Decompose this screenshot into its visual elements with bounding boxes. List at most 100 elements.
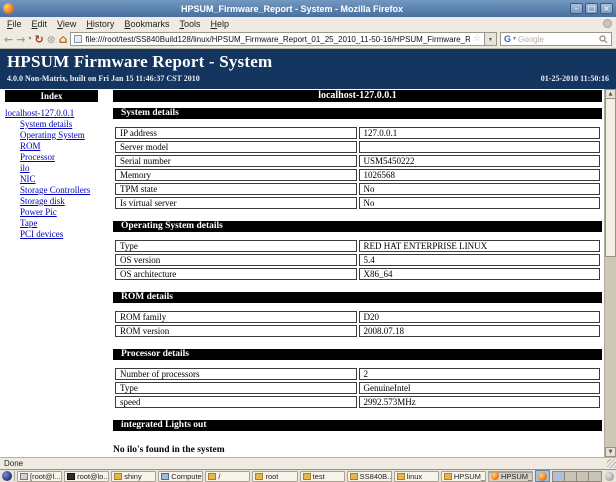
scroll-down-icon[interactable]: ▼	[605, 447, 616, 457]
section-header-rom-details: ROM details	[113, 292, 602, 303]
taskbar-window-root-l[interactable]: [root@l...	[17, 471, 62, 482]
taskbar-window-root-lo[interactable]: root@lo...	[64, 471, 109, 482]
row-label: OS version	[115, 254, 357, 266]
row-value: 5.4	[359, 254, 601, 266]
taskbar-window-label: test	[313, 472, 325, 481]
taskbar-window-label: Computer	[171, 472, 203, 481]
google-engine-icon[interactable]: G	[504, 34, 511, 44]
sidebar-item-localhost[interactable]: localhost-127.0.0.1	[5, 108, 104, 119]
url-text[interactable]: file:///root/test/SS840Build128/linux/HP…	[85, 35, 469, 44]
row-value: X86_64	[359, 268, 601, 280]
taskbar-window-ss840b[interactable]: SS840B...	[347, 471, 392, 482]
workspace-2[interactable]	[565, 472, 577, 481]
taskbar-window-label: [root@l...	[30, 472, 61, 481]
row-label: ROM version	[115, 325, 357, 337]
close-button[interactable]: ×	[600, 3, 613, 14]
stop-button[interactable]: ⊗	[47, 34, 56, 45]
taskbar-window-linux[interactable]: linux	[394, 471, 439, 482]
reload-button[interactable]: ↻	[34, 34, 43, 45]
status-bar: Done	[0, 457, 616, 469]
sidebar-item-system-details[interactable]: System details	[20, 119, 104, 130]
scrollbar-thumb[interactable]	[605, 99, 616, 257]
scroll-up-icon[interactable]: ▲	[605, 89, 616, 99]
resize-grip[interactable]	[607, 459, 616, 468]
search-magnifier-icon[interactable]	[599, 35, 608, 44]
sidebar-item-pci-devices[interactable]: PCI devices	[20, 229, 104, 240]
folder-icon	[444, 473, 452, 480]
minimize-button[interactable]: –	[570, 3, 583, 14]
scrollbar-track[interactable]	[605, 257, 616, 447]
table-row: speed2992.573MHz	[115, 396, 600, 408]
navigation-toolbar: ← → ▾ ↻ ⊗ ⌂ file:///root/test/SS840Build…	[0, 30, 616, 49]
workspace-1[interactable]	[553, 472, 565, 481]
workspace-switcher[interactable]	[552, 471, 602, 482]
taskbar-window-[interactable]: /	[205, 471, 250, 482]
menu-edit[interactable]: Edit	[27, 19, 53, 29]
trash-icon[interactable]	[605, 472, 614, 481]
title-bar[interactable]: HPSUM_Firmware_Report - System - Mozilla…	[0, 0, 616, 17]
sidebar-item-operating-system[interactable]: Operating System	[20, 130, 104, 141]
taskbar-window-hpsum[interactable]: HPSUM_...	[488, 471, 533, 482]
row-value: GenuineIntel	[359, 382, 601, 394]
taskbar-window-label: SS840B...	[360, 472, 392, 481]
table-row: IP address127.0.0.1	[115, 127, 600, 139]
forward-button[interactable]: →	[16, 34, 25, 45]
sidebar-item-power-pic[interactable]: Power Pic	[20, 207, 104, 218]
browser-content: HPSUM Firmware Report - System 4.0.0 Non…	[0, 49, 616, 457]
firefox-window-icon	[3, 3, 14, 14]
taskbar-window-root[interactable]: root	[252, 471, 297, 482]
workspace-4[interactable]	[589, 472, 601, 481]
taskbar-window-test[interactable]: test	[300, 471, 345, 482]
engine-dropdown-icon[interactable]: ▾	[513, 36, 516, 42]
menu-view[interactable]: View	[52, 19, 81, 29]
taskbar-window-shiny[interactable]: shiny	[111, 471, 156, 482]
table-row: Number of processors2	[115, 368, 600, 380]
row-label: Type	[115, 382, 357, 394]
menu-tools[interactable]: Tools	[174, 19, 205, 29]
row-label: Serial number	[115, 155, 357, 167]
globe-launcher-icon[interactable]	[2, 471, 12, 481]
firefox-tray-icon[interactable]	[538, 472, 547, 481]
sidebar-item-nic[interactable]: NIC	[20, 174, 104, 185]
taskbar-window-label: shiny	[124, 472, 142, 481]
table-row: ROM version2008.07.18	[115, 325, 600, 337]
bookmark-star-icon[interactable]: ☆	[473, 34, 481, 44]
back-button[interactable]: ←	[4, 34, 13, 45]
search-bar[interactable]: G ▾ Google	[500, 32, 612, 46]
window-title: HPSUM_Firmware_Report - System - Mozilla…	[17, 4, 567, 14]
vertical-scrollbar[interactable]: ▲ ▼	[604, 89, 616, 457]
taskbar: [root@l...root@lo... shiny Computer/root te…	[0, 469, 616, 482]
sidebar-item-rom[interactable]: ROM	[20, 141, 104, 152]
menu-file[interactable]: File	[2, 19, 27, 29]
row-value: 2	[359, 368, 601, 380]
search-placeholder[interactable]: Google	[518, 35, 597, 44]
page-title: HPSUM Firmware Report - System	[7, 52, 609, 72]
menu-history[interactable]: History	[81, 19, 119, 29]
url-dropdown-button[interactable]: ▾	[485, 32, 497, 46]
menu-bookmarks[interactable]: Bookmarks	[119, 19, 174, 29]
sidebar-item-tape[interactable]: Tape	[20, 218, 104, 229]
address-bar[interactable]: file:///root/test/SS840Build128/linux/HP…	[70, 32, 485, 46]
sidebar-item-processor[interactable]: Processor	[20, 152, 104, 163]
section-header-system-details: System details	[113, 108, 602, 119]
home-button[interactable]: ⌂	[59, 33, 68, 45]
history-dropdown-icon[interactable]: ▾	[28, 36, 31, 42]
sidebar-item-storage-disk[interactable]: Storage disk	[20, 196, 104, 207]
notification-tray[interactable]	[535, 470, 550, 482]
page-favicon-icon	[74, 35, 82, 43]
row-label: IP address	[115, 127, 357, 139]
row-label: Type	[115, 240, 357, 252]
row-label: ROM family	[115, 311, 357, 323]
taskbar-window-hpsum[interactable]: HPSUM_...	[441, 471, 486, 482]
workspace-3[interactable]	[577, 472, 589, 481]
row-label: speed	[115, 396, 357, 408]
row-label: TPM state	[115, 183, 357, 195]
report-datetime: 01-25-2010 11:50:16	[541, 74, 609, 83]
sidebar-item-ilo[interactable]: ilo	[20, 163, 104, 174]
row-label: Number of processors	[115, 368, 357, 380]
maximize-button[interactable]: □	[585, 3, 598, 14]
taskbar-window-computer[interactable]: Computer	[158, 471, 203, 482]
table-row: TPM stateNo	[115, 183, 600, 195]
menu-help[interactable]: Help	[205, 19, 234, 29]
sidebar-item-storage-controllers[interactable]: Storage Controllers	[20, 185, 104, 196]
